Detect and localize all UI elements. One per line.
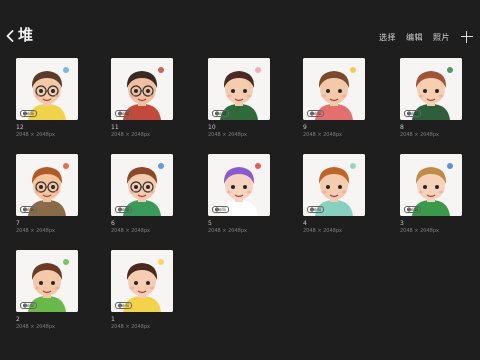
- watermark-logo: 🅢ellii: [20, 110, 37, 117]
- watermark-logo: 🅢ellii: [115, 206, 132, 213]
- artwork-name: 7: [16, 220, 20, 227]
- watermark-logo: 🅢ellii: [20, 206, 37, 213]
- watermark-logo: 🅢ellii: [20, 302, 37, 309]
- artwork-dimensions: 2048 × 2048px: [111, 132, 150, 138]
- artwork-thumbnail[interactable]: 🅢ellii: [208, 154, 270, 216]
- artwork-dimensions: 2048 × 2048px: [111, 324, 150, 330]
- artwork-dimensions: 2048 × 2048px: [16, 228, 55, 234]
- artwork-dimensions: 2048 × 2048px: [16, 132, 55, 138]
- watermark-logo: 🅢ellii: [307, 110, 324, 117]
- artwork-name: 12: [16, 124, 24, 131]
- artwork-thumbnail[interactable]: 🅢ellii: [400, 58, 462, 120]
- artwork-dimensions: 2048 × 2048px: [400, 132, 439, 138]
- artwork-grid: 🅢ellii 12 2048 × 2048px 🅢ellii 11 2048 ×…: [0, 0, 480, 360]
- artwork-thumbnail[interactable]: 🅢ellii: [303, 154, 365, 216]
- watermark-logo: 🅢ellii: [307, 206, 324, 213]
- watermark-logo: 🅢ellii: [115, 302, 132, 309]
- artwork-thumbnail[interactable]: 🅢ellii: [111, 154, 173, 216]
- artwork-name: 3: [400, 220, 404, 227]
- artwork-item[interactable]: 🅢ellii 9 2048 × 2048px: [303, 58, 365, 138]
- artwork-name: 8: [400, 124, 404, 131]
- watermark-logo: 🅢ellii: [404, 206, 421, 213]
- artwork-item[interactable]: 🅢ellii 10 2048 × 2048px: [208, 58, 270, 138]
- artwork-item[interactable]: 🅢ellii 8 2048 × 2048px: [400, 58, 462, 138]
- artwork-dimensions: 2048 × 2048px: [16, 324, 55, 330]
- artwork-name: 4: [303, 220, 307, 227]
- artwork-thumbnail[interactable]: 🅢ellii: [303, 58, 365, 120]
- artwork-item[interactable]: 🅢ellii 3 2048 × 2048px: [400, 154, 462, 234]
- artwork-name: 10: [208, 124, 216, 131]
- artwork-thumbnail[interactable]: 🅢ellii: [16, 250, 78, 312]
- artwork-thumbnail[interactable]: 🅢ellii: [111, 250, 173, 312]
- watermark-logo: 🅢ellii: [404, 110, 421, 117]
- artwork-dimensions: 2048 × 2048px: [111, 228, 150, 234]
- artwork-dimensions: 2048 × 2048px: [208, 132, 247, 138]
- artwork-item[interactable]: 🅢ellii 2 2048 × 2048px: [16, 250, 78, 330]
- artwork-name: 6: [111, 220, 115, 227]
- artwork-dimensions: 2048 × 2048px: [208, 228, 247, 234]
- artwork-name: 1: [111, 316, 115, 323]
- watermark-logo: 🅢ellii: [212, 206, 229, 213]
- artwork-item[interactable]: 🅢ellii 6 2048 × 2048px: [111, 154, 173, 234]
- artwork-thumbnail[interactable]: 🅢ellii: [16, 154, 78, 216]
- artwork-thumbnail[interactable]: 🅢ellii: [208, 58, 270, 120]
- artwork-item[interactable]: 🅢ellii 1 2048 × 2048px: [111, 250, 173, 330]
- artwork-item[interactable]: 🅢ellii 11 2048 × 2048px: [111, 58, 173, 138]
- watermark-logo: 🅢ellii: [115, 110, 132, 117]
- artwork-item[interactable]: 🅢ellii 4 2048 × 2048px: [303, 154, 365, 234]
- artwork-name: 2: [16, 316, 20, 323]
- artwork-name: 11: [111, 124, 119, 131]
- artwork-item[interactable]: 🅢ellii 7 2048 × 2048px: [16, 154, 78, 234]
- artwork-dimensions: 2048 × 2048px: [400, 228, 439, 234]
- artwork-dimensions: 2048 × 2048px: [303, 132, 342, 138]
- artwork-item[interactable]: 🅢ellii 12 2048 × 2048px: [16, 58, 78, 138]
- artwork-name: 5: [208, 220, 212, 227]
- artwork-thumbnail[interactable]: 🅢ellii: [111, 58, 173, 120]
- artwork-name: 9: [303, 124, 307, 131]
- artwork-thumbnail[interactable]: 🅢ellii: [400, 154, 462, 216]
- watermark-logo: 🅢ellii: [212, 110, 229, 117]
- artwork-thumbnail[interactable]: 🅢ellii: [16, 58, 78, 120]
- artwork-item[interactable]: 🅢ellii 5 2048 × 2048px: [208, 154, 270, 234]
- artwork-dimensions: 2048 × 2048px: [303, 228, 342, 234]
